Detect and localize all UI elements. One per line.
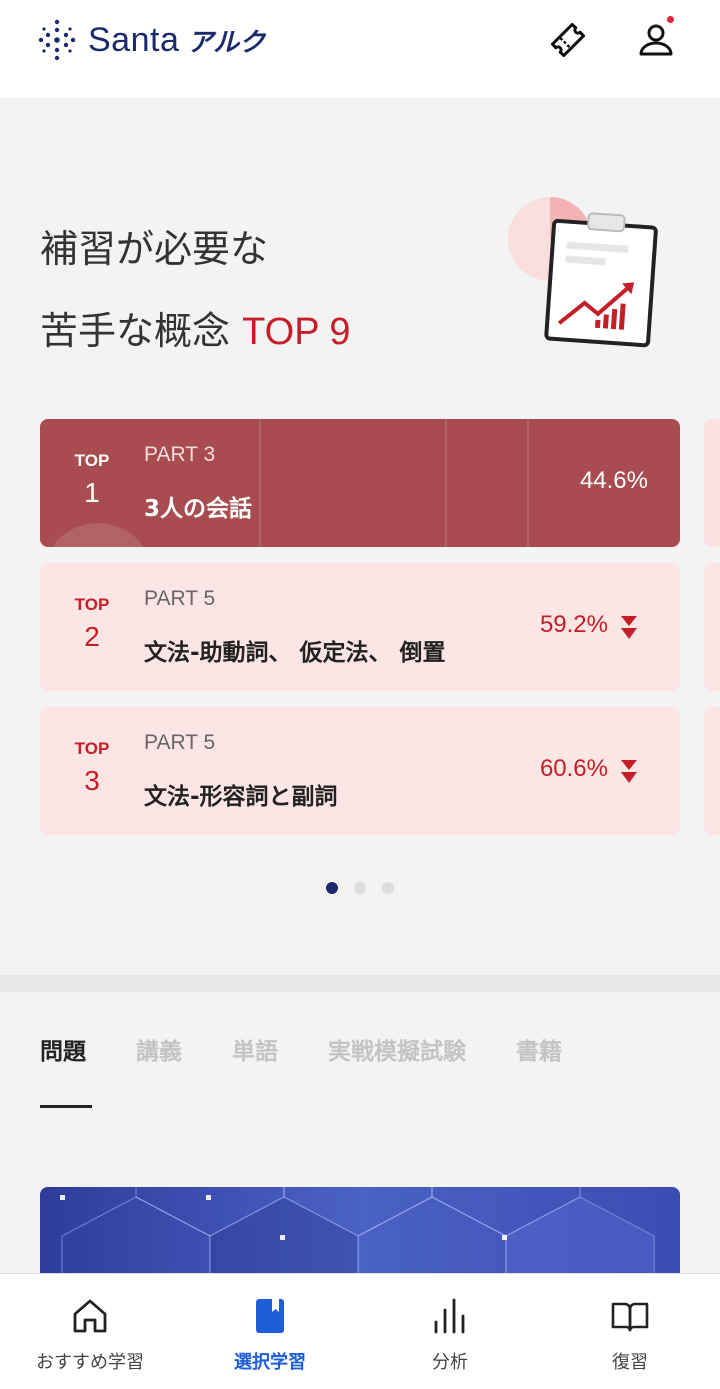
nav-label: 選択学習 (234, 1352, 306, 1373)
logo-brand-text: Santa (88, 20, 180, 59)
nav-analysis[interactable]: 分析 (360, 1274, 540, 1389)
tab-mock-exam[interactable]: 実戦模擬試験 (328, 1032, 466, 1066)
nav-review[interactable]: 復習 (540, 1274, 720, 1389)
page: Santa アルク 補習が必要な 苦手な概念 TOP 9 TOP 1 PART … (0, 0, 720, 1389)
pagination-dot-2[interactable] (354, 882, 366, 894)
next-card-peek (704, 707, 720, 835)
ticket-icon (550, 22, 586, 58)
rank-badge: TOP 1 (40, 419, 144, 547)
carousel-pagination (0, 882, 720, 894)
next-card-peek (704, 563, 720, 691)
card-part-label: PART 5 (144, 587, 216, 610)
section-divider (0, 975, 720, 992)
rank-label: TOP (74, 739, 110, 758)
clipboard-chart-illustration-icon (508, 197, 658, 348)
study-banner[interactable] (40, 1187, 680, 1282)
card-part-label: PART 3 (144, 443, 216, 466)
user-icon (639, 24, 673, 56)
active-tab-indicator (40, 1105, 92, 1108)
content-tabs: 問題 講義 単語 実戦模擬試験 書籍 (40, 1032, 612, 1066)
bottom-navigation: おすすめ学習 選択学習 分析 復習 (0, 1273, 720, 1389)
santa-alc-logo[interactable]: Santa アルク (38, 18, 265, 62)
next-card-peek (704, 419, 720, 547)
bar-chart-icon (434, 1298, 465, 1334)
open-book-icon (611, 1302, 649, 1332)
hexagon-pattern-graphic (40, 1187, 680, 1282)
notification-dot (667, 16, 674, 23)
nav-label: 分析 (432, 1352, 468, 1373)
nav-select-study[interactable]: 選択学習 (180, 1274, 360, 1389)
tab-questions[interactable]: 問題 (40, 1032, 86, 1066)
card-concept-name: 文法-形容詞と副詞 (144, 784, 338, 810)
nav-label: 復習 (612, 1352, 648, 1373)
rank-number: 2 (84, 621, 100, 652)
pagination-dot-1[interactable] (326, 882, 338, 894)
title-line-2: 苦手な概念 TOP 9 (40, 290, 351, 373)
ticket-button[interactable] (544, 16, 592, 64)
double-chevron-down-icon (621, 616, 637, 639)
rank-badge: TOP 3 (40, 707, 144, 835)
weak-concept-card-2[interactable]: TOP 2 PART 5 文法-助動詞、 仮定法、 倒置 59.2% (40, 563, 680, 691)
app-header: Santa アルク (0, 0, 720, 98)
title-line-2-prefix: 苦手な概念 (40, 309, 231, 353)
tab-vocabulary[interactable]: 単語 (232, 1032, 278, 1066)
weak-concept-card-1[interactable]: TOP 1 PART 3 3人の会話 44.6% (40, 419, 680, 547)
card-concept-name: 3人の会話 (144, 496, 253, 522)
card-accuracy-percent: 59.2% (539, 611, 608, 638)
book-icon (256, 1299, 284, 1333)
nav-label: おすすめ学習 (36, 1352, 144, 1373)
tab-lectures[interactable]: 講義 (136, 1032, 182, 1066)
tab-books[interactable]: 書籍 (516, 1032, 562, 1066)
santa-logo-mark-icon (38, 19, 76, 61)
weak-concept-card-3[interactable]: TOP 3 PART 5 文法-形容詞と副詞 60.6% (40, 707, 680, 835)
rank-number: 1 (84, 477, 100, 508)
double-chevron-down-icon (621, 760, 637, 783)
rank-label: TOP (74, 451, 110, 470)
card-concept-name: 文法-助動詞、 仮定法、 倒置 (144, 640, 446, 666)
profile-button[interactable] (632, 16, 680, 64)
card-accuracy-percent: 60.6% (539, 755, 608, 782)
rank-number: 3 (84, 765, 100, 796)
pagination-dot-3[interactable] (382, 882, 394, 894)
rank-label: TOP (74, 595, 110, 614)
title-accent: TOP 9 (242, 311, 351, 353)
weak-concepts-title: 補習が必要な 苦手な概念 TOP 9 (40, 208, 351, 373)
home-icon (73, 1299, 107, 1333)
rank-badge: TOP 2 (40, 563, 144, 691)
title-line-1: 補習が必要な (40, 227, 269, 271)
logo-partner-text: アルク (187, 27, 266, 58)
card-part-label: PART 5 (144, 731, 216, 754)
card-accuracy-percent: 44.6% (579, 467, 648, 494)
nav-recommended[interactable]: おすすめ学習 (0, 1274, 180, 1389)
